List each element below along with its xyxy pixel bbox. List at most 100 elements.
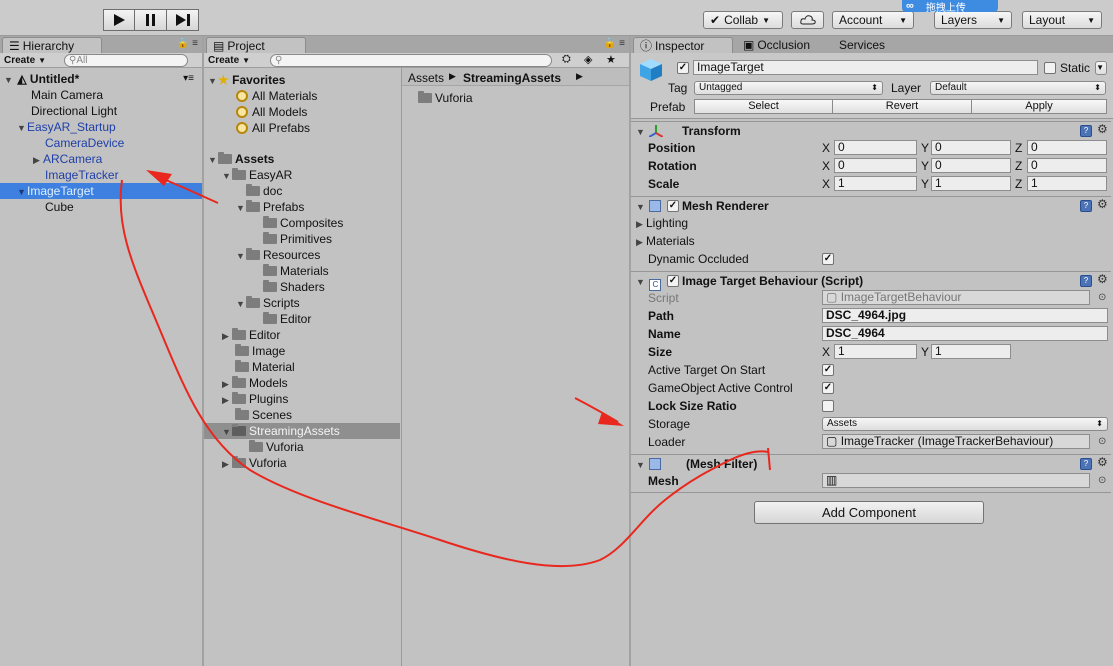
favorite-item[interactable]: All Prefabs xyxy=(236,120,310,136)
rotation-y-field[interactable]: 0 xyxy=(931,158,1011,173)
play-button[interactable] xyxy=(103,9,135,31)
tab-services[interactable]: Services xyxy=(833,37,891,53)
layers-dropdown[interactable]: Layers ▼ xyxy=(934,11,1012,29)
pause-button[interactable] xyxy=(135,9,167,31)
prefab-revert-button[interactable]: Revert xyxy=(833,99,972,114)
lighting-foldout[interactable]: ▶ Lighting xyxy=(636,215,688,231)
folder-row[interactable]: Scenes xyxy=(235,407,292,423)
object-picker-icon[interactable]: ⊙ xyxy=(1098,436,1106,447)
help-icon[interactable]: ? xyxy=(1080,458,1092,470)
gear-icon[interactable]: ⚙ xyxy=(1097,272,1108,286)
folder-row[interactable]: Vuforia xyxy=(249,439,304,455)
gear-icon[interactable]: ⚙ xyxy=(1097,197,1108,211)
position-z-field[interactable]: 0 xyxy=(1027,140,1107,155)
filter-by-label-icon[interactable]: ◈ xyxy=(584,53,592,66)
size-x-field[interactable]: 1 xyxy=(834,344,917,359)
gear-icon[interactable]: ⚙ xyxy=(1097,455,1108,469)
lock-size-checkbox[interactable] xyxy=(822,400,834,412)
folder-row[interactable]: ▶ Models xyxy=(222,375,288,391)
materials-foldout[interactable]: ▶ Materials xyxy=(636,233,695,249)
folder-row[interactable]: ▶ Vuforia xyxy=(222,455,287,471)
mesh-renderer-enabled-checkbox[interactable]: ✓ xyxy=(667,200,679,212)
object-picker-icon[interactable]: ⊙ xyxy=(1098,292,1106,303)
image-target-header[interactable]: ▼ C xyxy=(636,273,662,291)
folder-row[interactable]: Editor xyxy=(263,311,311,327)
mesh-renderer-header[interactable]: ▼ xyxy=(636,198,662,214)
project-create-button[interactable]: Create ▼ xyxy=(208,54,250,67)
tab-inspector[interactable]: ⓘ Inspector xyxy=(633,37,733,53)
layout-dropdown[interactable]: Layout ▼ xyxy=(1022,11,1102,29)
image-target-enabled-checkbox[interactable]: ✓ xyxy=(667,275,679,287)
hierarchy-item-directional-light[interactable]: Directional Light xyxy=(31,103,117,119)
panel-menu-icon[interactable]: 🔒 ≡ xyxy=(177,38,198,49)
account-dropdown[interactable]: Account ▼ xyxy=(832,11,914,29)
folder-row[interactable]: ▼ Resources xyxy=(236,247,320,263)
favorites-row[interactable]: ▼★ Favorites xyxy=(208,72,285,88)
folder-row[interactable]: Materials xyxy=(263,263,329,279)
prefab-apply-button[interactable]: Apply xyxy=(972,99,1107,114)
static-checkbox[interactable] xyxy=(1044,62,1056,74)
panel-menu-icon[interactable]: 🔒 ≡ xyxy=(604,38,625,49)
folder-row[interactable]: ▶ Plugins xyxy=(222,391,288,407)
folder-row[interactable]: ▼ Scripts xyxy=(236,295,300,311)
active-target-checkbox[interactable]: ✓ xyxy=(822,364,834,376)
hierarchy-item-easyar-startup[interactable]: ▼EasyAR_Startup xyxy=(17,119,116,135)
folder-row[interactable]: Primitives xyxy=(263,231,332,247)
scale-y-field[interactable]: 1 xyxy=(931,176,1011,191)
scene-row[interactable]: ▼ ◭ Untitled* ▾≡ xyxy=(4,71,198,87)
hierarchy-item-imagetarget[interactable]: ▼ImageTarget xyxy=(17,183,94,199)
add-component-button[interactable]: Add Component xyxy=(754,501,984,524)
gameobject-active-checkbox[interactable]: ✓ xyxy=(822,382,834,394)
folder-row-selected[interactable]: ▼ StreamingAssets xyxy=(222,423,340,439)
position-y-field[interactable]: 0 xyxy=(931,140,1011,155)
loader-field[interactable]: ▢ ImageTracker (ImageTrackerBehaviour) xyxy=(822,434,1090,449)
gear-icon[interactable]: ⚙ xyxy=(1097,122,1108,136)
folder-row[interactable]: ▼ EasyAR xyxy=(222,167,292,183)
breadcrumb-item[interactable]: StreamingAssets xyxy=(463,71,561,85)
step-button[interactable] xyxy=(167,9,199,31)
layer-dropdown[interactable]: Default ⬍ xyxy=(930,81,1106,95)
hierarchy-item-camera-device[interactable]: CameraDevice xyxy=(45,135,124,151)
path-field[interactable]: DSC_4964.jpg xyxy=(822,308,1108,323)
position-x-field[interactable]: 0 xyxy=(834,140,917,155)
folder-row[interactable]: Material xyxy=(235,359,295,375)
mesh-filter-header[interactable]: ▼ xyxy=(636,456,662,472)
filter-by-type-icon[interactable]: ⛭ xyxy=(562,53,571,66)
rotation-x-field[interactable]: 0 xyxy=(834,158,917,173)
hierarchy-item-cube[interactable]: Cube xyxy=(45,199,74,215)
dynamic-occluded-checkbox[interactable]: ✓ xyxy=(822,253,834,265)
static-dropdown[interactable]: ▼ xyxy=(1095,61,1107,75)
storage-dropdown[interactable]: Assets ⬍ xyxy=(822,417,1108,431)
help-icon[interactable]: ? xyxy=(1080,275,1092,287)
favorite-item[interactable]: All Models xyxy=(236,104,307,120)
hierarchy-create-button[interactable]: Create ▼ xyxy=(4,54,46,67)
tab-occlusion[interactable]: ▣ Occlusion xyxy=(737,37,816,53)
name-field[interactable]: DSC_4964 xyxy=(822,326,1108,341)
project-splitter[interactable] xyxy=(401,68,402,666)
folder-row[interactable]: Composites xyxy=(263,215,343,231)
active-checkbox[interactable]: ✓ xyxy=(677,62,689,74)
folder-row[interactable]: Image xyxy=(235,343,285,359)
tab-hierarchy[interactable]: ☰ Hierarchy xyxy=(2,37,102,53)
scale-x-field[interactable]: 1 xyxy=(834,176,917,191)
folder-row[interactable]: ▶ Editor xyxy=(222,327,280,343)
prefab-select-button[interactable]: Select xyxy=(694,99,833,114)
rotation-z-field[interactable]: 0 xyxy=(1027,158,1107,173)
cloud-button[interactable] xyxy=(791,11,824,29)
help-icon[interactable]: ? xyxy=(1080,200,1092,212)
favorite-item[interactable]: All Materials xyxy=(236,88,317,104)
project-search-input[interactable]: ⚲ xyxy=(270,54,552,67)
hierarchy-item-imagetracker[interactable]: ImageTracker xyxy=(45,167,119,183)
scene-menu-icon[interactable]: ▾≡ xyxy=(183,71,194,87)
collab-button[interactable]: ✔ Collab ▼ xyxy=(703,11,783,29)
mesh-field[interactable]: ▥ xyxy=(822,473,1090,488)
folder-row[interactable]: ▼ Prefabs xyxy=(236,199,304,215)
size-y-field[interactable]: 1 xyxy=(931,344,1011,359)
folder-row[interactable]: Shaders xyxy=(263,279,325,295)
hierarchy-item-main-camera[interactable]: Main Camera xyxy=(31,87,103,103)
upload-badge[interactable]: ∞ 拖拽上传 xyxy=(902,0,998,12)
transform-header[interactable]: ▼ xyxy=(636,123,664,139)
assets-row[interactable]: ▼ Assets xyxy=(208,151,274,167)
content-folder-item[interactable]: Vuforia xyxy=(418,90,473,106)
hierarchy-item-arcamera[interactable]: ▶ ARCamera xyxy=(33,151,102,167)
